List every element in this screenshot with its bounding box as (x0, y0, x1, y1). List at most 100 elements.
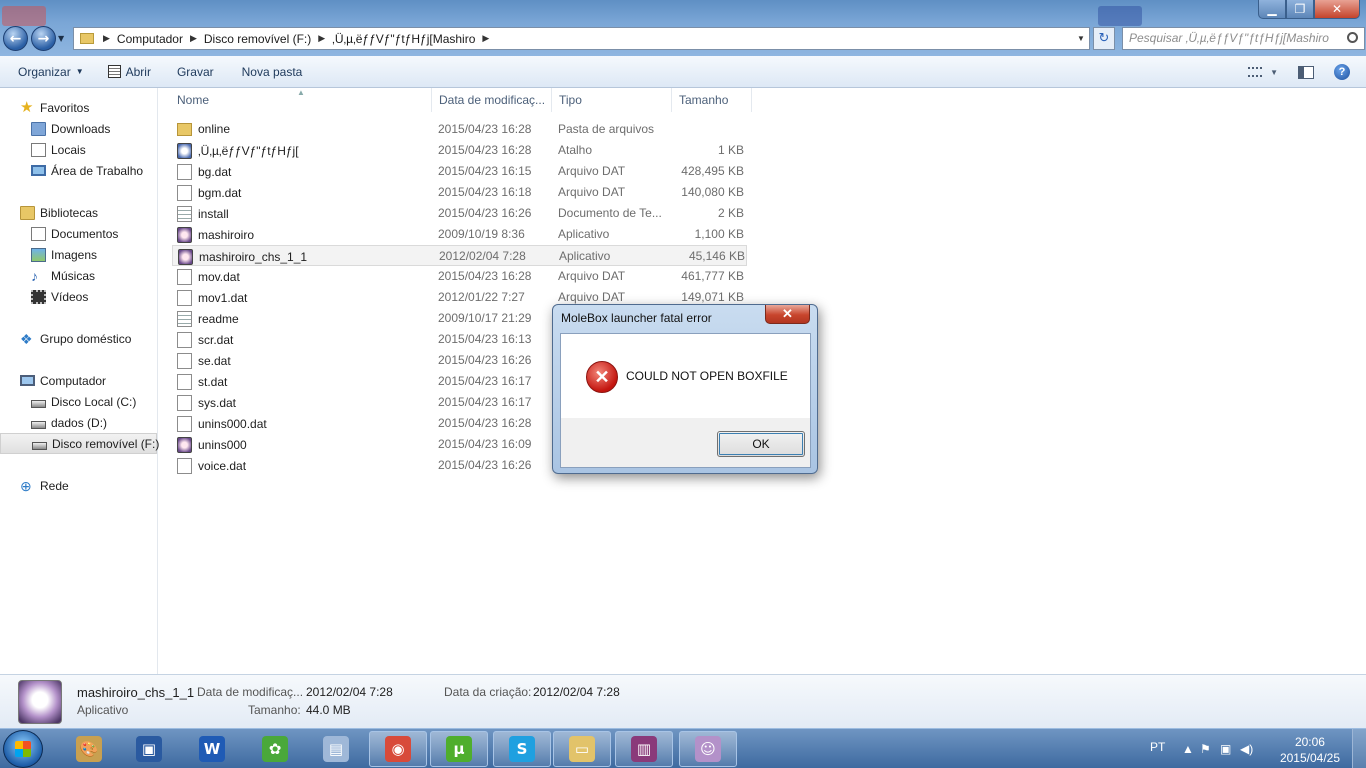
chrome-app-button[interactable]: ◉ (369, 731, 427, 767)
start-button[interactable] (3, 730, 43, 768)
show-desktop-button[interactable] (1352, 729, 1366, 768)
windows-logo-icon (15, 741, 31, 757)
file-icon (177, 332, 192, 348)
file-name: scr.dat (198, 333, 234, 347)
sidebar-label: Disco Local (C:) (51, 394, 137, 409)
sidebar-item-downloads[interactable]: Downloads (0, 118, 157, 139)
search-input[interactable]: Pesquisar ‚Ü‚µ‚ëƒƒVƒ"ƒtƒHƒj[Mashiro (1122, 27, 1365, 50)
molebox-app-icon: ☺ (695, 736, 721, 762)
utorrent-app-button[interactable]: µ (430, 731, 488, 767)
file-row[interactable]: mov.dat 2015/04/23 16:28 Arquivo DAT 461,77… (172, 266, 747, 287)
column-header-name[interactable]: Nome ▲ (170, 88, 432, 112)
file-name-cell: readme (177, 311, 432, 327)
file-type: Arquivo DAT (558, 185, 626, 199)
sidebar-item-computer[interactable]: Computador (0, 370, 157, 391)
volume-icon[interactable]: ◀) (1240, 742, 1253, 756)
organize-button[interactable]: Organizar ▼ (0, 56, 94, 87)
back-button[interactable]: ← (3, 26, 28, 51)
file-type: Documento de Te... (558, 206, 662, 220)
parrot-app-button[interactable]: ✿ (246, 731, 304, 767)
language-indicator[interactable]: PT (1150, 740, 1165, 754)
videos-icon (31, 289, 46, 304)
file-row[interactable]: mashiroiro_chs_1_1 2012/02/04 7:28 Aplicat… (172, 245, 747, 266)
sidebar-label: Disco removível (F:) (52, 436, 160, 451)
sidebar-item-disk-f[interactable]: Disco removível (F:) (0, 433, 160, 454)
close-button[interactable]: ✕ (1314, 0, 1360, 19)
file-row[interactable]: install 2015/04/23 16:26 Documento de Te..… (172, 203, 747, 224)
winrar-app-button[interactable]: ▥ (615, 731, 673, 767)
file-icon (177, 374, 192, 390)
skype-app-button[interactable]: S (493, 731, 551, 767)
chevron-right-icon[interactable]: ▶ (315, 33, 328, 44)
show-hidden-icons-icon[interactable]: ▲ (1182, 742, 1194, 756)
file-row[interactable]: bgm.dat 2015/04/23 16:18 Arquivo DAT 140,08… (172, 182, 747, 203)
package-app-button[interactable]: ▣ (120, 731, 178, 767)
breadcrumb-computer[interactable]: Computador (113, 32, 187, 46)
notepad-app-icon: ▤ (323, 736, 349, 762)
network-icon[interactable]: ▣ (1220, 742, 1231, 756)
burn-button[interactable]: Gravar (161, 56, 224, 87)
maximize-button[interactable]: ❐ (1286, 0, 1314, 19)
dialog-message-area: ✕ COULD NOT OPEN BOXFILE (561, 334, 810, 418)
sidebar-item-favorites[interactable]: ★ Favoritos (0, 97, 157, 118)
address-bar[interactable]: ▶ Computador ▶ Disco removível (F:) ▶ ‚Ü… (73, 27, 1090, 50)
file-date: 2015/04/23 16:17 (438, 395, 532, 409)
file-row[interactable]: online 2015/04/23 16:28 Pasta de arquivos (172, 119, 747, 140)
column-header-type[interactable]: Tipo (552, 88, 672, 112)
breadcrumb-game-folder[interactable]: ‚Ü‚µ‚ëƒƒVƒ"ƒtƒHƒj[Mashiro (328, 32, 479, 46)
refresh-button[interactable]: ↻ (1093, 27, 1115, 50)
paint-app-button[interactable]: 🎨 (60, 731, 118, 767)
file-name-cell: unins000.dat (177, 416, 432, 432)
file-icon (177, 290, 192, 306)
change-view-icon[interactable] (1248, 67, 1263, 77)
sidebar-item-homegroup[interactable]: ❖ Grupo doméstico (0, 328, 157, 349)
chevron-down-icon[interactable]: ▼ (1270, 68, 1278, 77)
sidebar-item-music[interactable]: ♪ Músicas (0, 265, 157, 286)
sidebar-item-videos[interactable]: Vídeos (0, 286, 157, 307)
chevron-down-icon[interactable]: ▼ (1073, 34, 1089, 43)
file-icon (177, 269, 192, 285)
hard-drive-icon (31, 399, 46, 408)
preview-pane-icon[interactable] (1298, 65, 1314, 79)
breadcrumb-removable-disk[interactable]: Disco removível (F:) (200, 32, 315, 46)
clock[interactable]: 20:06 2015/04/25 (1280, 734, 1340, 766)
column-header-size[interactable]: Tamanho (672, 88, 752, 112)
search-icon[interactable] (1347, 32, 1358, 43)
file-name-cell: st.dat (177, 374, 432, 390)
chevron-right-icon[interactable]: ▶ (187, 33, 200, 44)
notepad-app-button[interactable]: ▤ (307, 731, 365, 767)
new-folder-button[interactable]: Nova pasta (224, 56, 313, 87)
sidebar-item-images[interactable]: Imagens (0, 244, 157, 265)
details-size-label: Tamanho: (248, 703, 301, 717)
file-row[interactable]: mashiroiro 2009/10/19 8:36 Aplicativo 1,100… (172, 224, 747, 245)
dialog-close-button[interactable]: ✕ (765, 305, 810, 324)
recent-pages-dropdown[interactable]: ▼ (58, 34, 64, 43)
sidebar-item-desktop[interactable]: Área de Trabalho (0, 160, 157, 181)
sidebar-item-disk-c[interactable]: Disco Local (C:) (0, 391, 157, 412)
file-date: 2015/04/23 16:13 (438, 332, 532, 346)
column-header-date[interactable]: Data de modificaç... (432, 88, 552, 112)
sidebar-item-disk-d[interactable]: dados (D:) (0, 412, 157, 433)
organize-label: Organizar (18, 64, 71, 79)
help-icon[interactable]: ? (1334, 64, 1350, 80)
sidebar-item-network[interactable]: ⊕ Rede (0, 475, 157, 496)
file-row[interactable]: ‚Ü‚µ‚ëƒƒVƒ"ƒtƒHƒj[2015/04/23 16:28 Atalho… (172, 140, 747, 161)
sidebar-item-locais[interactable]: Locais (0, 139, 157, 160)
sidebar-label: Favoritos (40, 100, 90, 115)
chevron-right-icon[interactable]: ▶ (100, 33, 113, 44)
explorer-app-button[interactable]: ▭ (553, 731, 611, 767)
molebox-app-button[interactable]: ☺ (679, 731, 737, 767)
forward-button[interactable]: → (31, 26, 56, 51)
file-date: 2015/04/23 16:18 (438, 185, 532, 199)
details-created-value: 2012/02/04 7:28 (533, 685, 620, 699)
sidebar-item-documents[interactable]: Documentos (0, 223, 157, 244)
chevron-right-icon[interactable]: ▶ (479, 33, 492, 44)
sidebar-item-libraries[interactable]: Bibliotecas (0, 202, 157, 223)
word-app-button[interactable]: W (183, 731, 241, 767)
open-button[interactable]: Abrir (94, 56, 161, 87)
ok-button[interactable]: OK (717, 431, 805, 457)
flag-icon[interactable]: ⚑ (1200, 742, 1211, 756)
file-name-cell: scr.dat (177, 332, 432, 348)
minimize-button[interactable]: ▁ (1258, 0, 1286, 19)
file-row[interactable]: bg.dat 2015/04/23 16:15 Arquivo DAT 428,495… (172, 161, 747, 182)
